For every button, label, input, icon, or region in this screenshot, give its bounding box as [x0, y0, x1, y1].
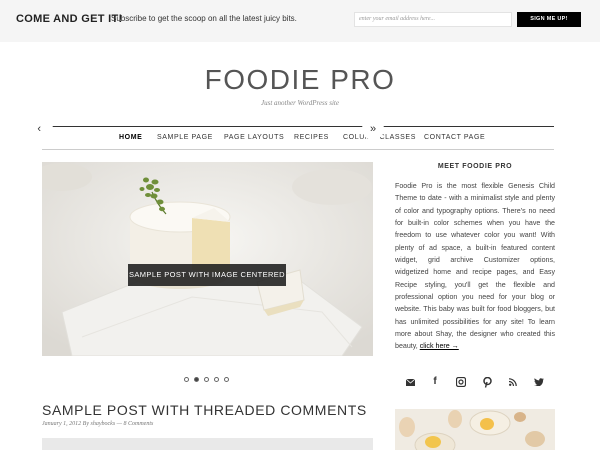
- twitter-icon[interactable]: [532, 375, 546, 389]
- site-title[interactable]: FOODIE PRO: [0, 64, 600, 96]
- slider-dot[interactable]: [214, 377, 219, 382]
- email-input[interactable]: enter your email address here...: [354, 12, 512, 27]
- main-nav: HOME SAMPLE PAGE PAGE LAYOUTS RECIPES CO…: [42, 126, 554, 150]
- featured-slider: SAMPLE POST WITH IMAGE CENTERED: [42, 162, 373, 356]
- pinterest-icon[interactable]: [480, 375, 494, 389]
- nav-item-contact-page[interactable]: CONTACT PAGE: [424, 134, 485, 141]
- promo-text: Subscribe to get the scoop on all the la…: [111, 14, 297, 23]
- instagram-icon[interactable]: [454, 375, 468, 389]
- slider-next-arrow[interactable]: »: [362, 118, 384, 140]
- promo-title: COME AND GET IT!: [16, 13, 123, 25]
- slider-dot[interactable]: [184, 377, 189, 382]
- slider-dot[interactable]: [224, 377, 229, 382]
- widget-text: Foodie Pro is the most flexible Genesis …: [395, 180, 555, 353]
- post-title[interactable]: SAMPLE POST WITH THREADED COMMENTS: [42, 402, 367, 418]
- nav-item-home[interactable]: HOME: [119, 134, 142, 141]
- rss-icon[interactable]: [506, 375, 520, 389]
- social-icons: f: [395, 375, 555, 389]
- widget-body: Foodie Pro is the most flexible Genesis …: [395, 182, 555, 351]
- sign-up-button[interactable]: SIGN ME UP!: [517, 12, 581, 27]
- widget-title: MEET FOODIE PRO: [437, 163, 513, 170]
- widget-link[interactable]: click here →: [420, 342, 459, 350]
- slide-image[interactable]: [42, 162, 373, 356]
- slider-prev-arrow[interactable]: ‹: [31, 118, 53, 140]
- slider-dot[interactable]: [204, 377, 209, 382]
- sidebar-image[interactable]: [395, 409, 555, 450]
- promo-bar: COME AND GET IT! Subscribe to get the sc…: [0, 0, 600, 42]
- mail-icon[interactable]: [403, 375, 417, 389]
- nav-item-sample-page[interactable]: SAMPLE PAGE: [157, 134, 213, 141]
- nav-item-recipes[interactable]: RECIPES: [294, 134, 329, 141]
- post-meta: January 1, 2012 By shaybocks — 8 Comment…: [42, 421, 154, 427]
- slide-caption[interactable]: SAMPLE POST WITH IMAGE CENTERED: [128, 264, 286, 286]
- nav-item-page-layouts[interactable]: PAGE LAYOUTS: [224, 134, 284, 141]
- slider-dot[interactable]: [194, 377, 199, 382]
- site-description: Just another WordPress site: [261, 99, 339, 107]
- facebook-icon[interactable]: f: [428, 375, 442, 389]
- site-container: FOODIE PRO Just another WordPress site H…: [0, 42, 600, 450]
- post-image[interactable]: [42, 438, 373, 450]
